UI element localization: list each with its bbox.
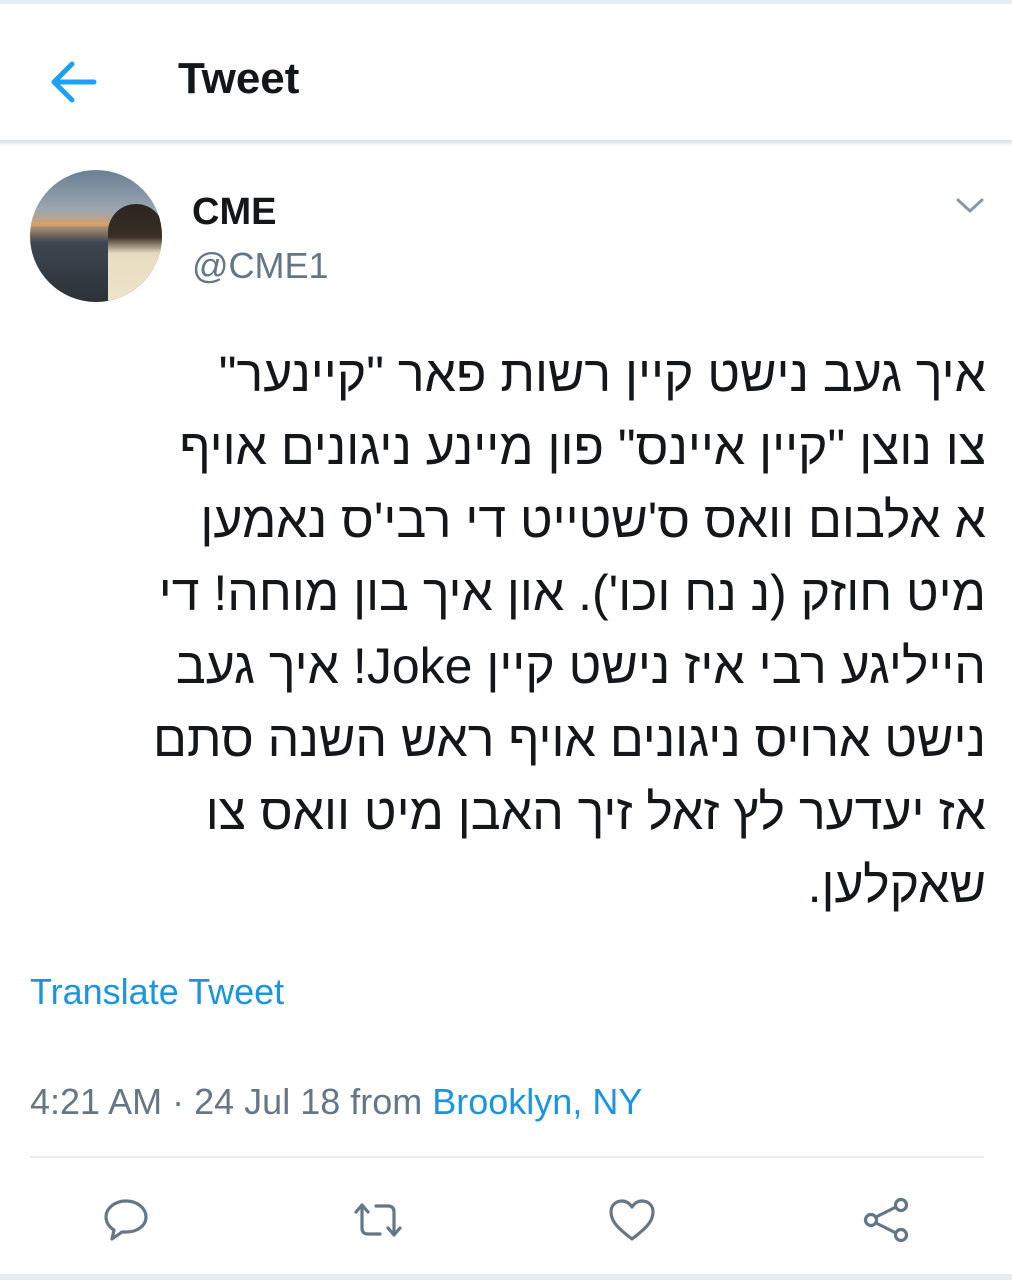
reply-button[interactable] (96, 1190, 156, 1250)
tweet-text-line: נישט ארויס ניגונים אויף ראש השנה סתם (153, 711, 986, 767)
reply-icon (104, 1199, 148, 1241)
back-button[interactable] (40, 50, 104, 114)
tweet-actions-bar (0, 1180, 1012, 1260)
location-link[interactable]: Brooklyn, NY (432, 1081, 642, 1122)
tweet-text-line: מיט חוזק (נ נח וכו'). און איך בון מוחה! … (158, 565, 986, 621)
author-name[interactable]: CME (192, 190, 276, 234)
chevron-down-icon (956, 198, 984, 213)
retweet-button[interactable] (348, 1190, 408, 1250)
from-label: from (350, 1081, 423, 1122)
share-icon (863, 1197, 909, 1243)
tweet-time: 4:21 AM (30, 1081, 163, 1122)
avatar-person (108, 204, 162, 302)
author-handle[interactable]: @CME1 (192, 244, 329, 288)
top-app-bar: Tweet (0, 0, 1012, 140)
header-shadow (0, 140, 1012, 146)
tweet-text-line: אז יעדער לץ זאל זיך האבן מיט וואס צו (205, 784, 986, 840)
bottom-bar (0, 1274, 1012, 1280)
tweet-text-line: צו נוצן "קיין איינס" פון מיינע ניגונים א… (179, 419, 986, 475)
divider (30, 1156, 984, 1158)
like-button[interactable] (602, 1190, 662, 1250)
tweet-metadata: 4:21 AM · 24 Jul 18 from Brooklyn, NY (30, 1078, 642, 1126)
tweet-text-line: איך געב נישט קיין רשות פאר "קיינער" (218, 346, 986, 402)
like-icon (609, 1199, 655, 1241)
tweet-text-line: הייליגע רבי איז נישט קיין Joke! איך געב (175, 638, 986, 694)
translate-tweet-link[interactable]: Translate Tweet (30, 968, 284, 1016)
share-button[interactable] (856, 1190, 916, 1250)
tweet-date: 24 Jul 18 (194, 1081, 341, 1122)
tweet-text: איך געב נישט קיין רשות פאר "קיינער" צו נ… (20, 338, 986, 922)
tweet-text-line: א אלבום וואס ס'שטייט די רבי'ס נאמען (200, 492, 986, 548)
tweet-text-line: שאקלען. (807, 857, 986, 913)
tweet-menu-button[interactable] (950, 188, 990, 224)
page-title: Tweet (178, 54, 300, 103)
retweet-icon (354, 1203, 402, 1237)
avatar[interactable] (30, 170, 162, 302)
arrow-left-icon (51, 61, 97, 103)
meta-separator: · (172, 1081, 185, 1122)
